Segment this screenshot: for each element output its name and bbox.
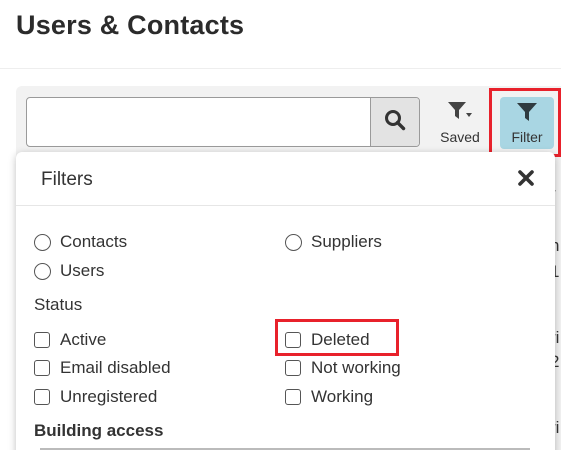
radio-label-users: Users [60,261,105,280]
saved-filter-icon [446,100,474,127]
checkbox[interactable] [34,389,50,405]
search-input[interactable] [27,98,371,146]
checkbox[interactable] [285,389,301,405]
checkbox[interactable] [34,332,50,348]
checkbox-email-disabled[interactable]: Email disabled [34,358,171,378]
building-access-heading: Building access [34,421,164,440]
radio-label-contacts: Contacts [60,232,128,251]
filter-button[interactable]: Filter [500,97,554,149]
search-button[interactable] [370,98,419,146]
checkbox-label-working: Working [311,387,374,406]
checkbox-unregistered[interactable]: Unregistered [34,387,157,407]
radio-users[interactable]: Users [34,261,104,281]
saved-label: Saved [440,129,480,145]
deleted-checkbox-highlight [275,319,399,356]
page: Users & Contacts Saved Filter Filters Co… [0,0,561,450]
search-icon [384,109,406,136]
close-icon [517,169,535,192]
close-button[interactable] [514,168,538,192]
checkbox[interactable] [285,360,301,376]
filters-title: Filters [41,169,93,190]
search-box [26,97,420,147]
checkbox[interactable] [34,360,50,376]
checkbox-label-not-working: Not working [311,358,401,377]
checkbox-label-active: Active [60,330,107,349]
radio-label-suppliers: Suppliers [311,232,382,251]
page-title: Users & Contacts [16,10,245,40]
radio-contacts[interactable]: Contacts [34,232,127,252]
radio-button[interactable] [34,262,51,280]
radio-button[interactable] [285,233,302,251]
checkbox-not-working[interactable]: Not working [285,358,401,378]
filters-popup: Filters Contacts Suppliers Users Status … [16,152,555,450]
header-divider [0,68,561,69]
filters-popup-header: Filters [16,152,555,206]
checkbox-label-unregistered: Unregistered [60,387,158,406]
checkbox-active[interactable]: Active [34,330,106,350]
filter-label: Filter [511,128,543,145]
filter-icon [516,102,538,127]
checkbox-label-email-disabled: Email disabled [60,358,171,377]
checkbox-working[interactable]: Working [285,387,373,407]
status-heading: Status [34,295,83,314]
saved-filters-button[interactable]: Saved [436,100,484,145]
radio-suppliers[interactable]: Suppliers [285,232,382,252]
radio-button[interactable] [34,233,51,251]
